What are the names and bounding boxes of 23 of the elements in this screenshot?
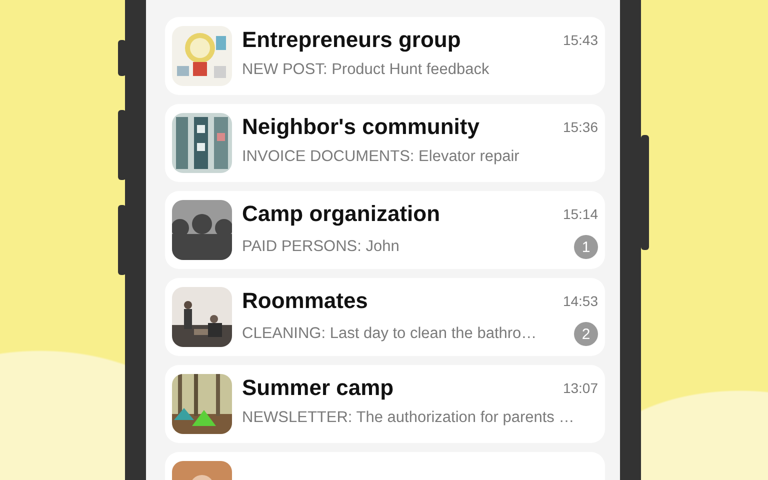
unread-count: 2 bbox=[574, 322, 598, 346]
chat-time: 14:53 bbox=[562, 293, 598, 309]
chat-preview: PAID PERSONS: John bbox=[242, 238, 400, 256]
group-icon bbox=[172, 200, 232, 260]
chat-preview: INVOICE DOCUMENTS: Elevator repair bbox=[242, 148, 520, 166]
chat-title: Camp organization bbox=[242, 201, 440, 227]
chat-title: Entrepreneurs group bbox=[242, 27, 461, 53]
chat-preview: NEW POST: Product Hunt feedback bbox=[242, 61, 490, 79]
chat-item[interactable]: Roommates 14:53 CLEANING: Last day to clean the bathro… 2 bbox=[165, 278, 605, 356]
chat-item[interactable]: Camp organization 15:14 PAID PERSONS: John 1 bbox=[165, 191, 605, 269]
chat-time: 15:36 bbox=[562, 119, 598, 135]
chat-item[interactable]: Entrepreneurs group 15:43 NEW POST: Product Hunt feedback bbox=[165, 17, 605, 95]
chat-time: 15:14 bbox=[562, 206, 598, 222]
chat-time: 13:07 bbox=[562, 380, 598, 396]
chat-title: Roommates bbox=[242, 288, 368, 314]
chat-title: Summer camp bbox=[242, 375, 394, 401]
chat-time: 15:43 bbox=[562, 32, 598, 48]
chat-title: Neighbor's community bbox=[242, 114, 480, 140]
chat-item[interactable]: Neighbor's community 15:36 INVOICE DOCUMENTS: Elevator repair bbox=[165, 104, 605, 182]
unread-count: 1 bbox=[574, 235, 598, 259]
chat-preview: NEWSLETTER: The authorization for parents … bbox=[242, 409, 574, 427]
chat-item[interactable]: Summer camp 13:07 NEWSLETTER: The authorization for parents … bbox=[165, 365, 605, 443]
chat-preview: CLEANING: Last day to clean the bathro… bbox=[242, 325, 537, 343]
